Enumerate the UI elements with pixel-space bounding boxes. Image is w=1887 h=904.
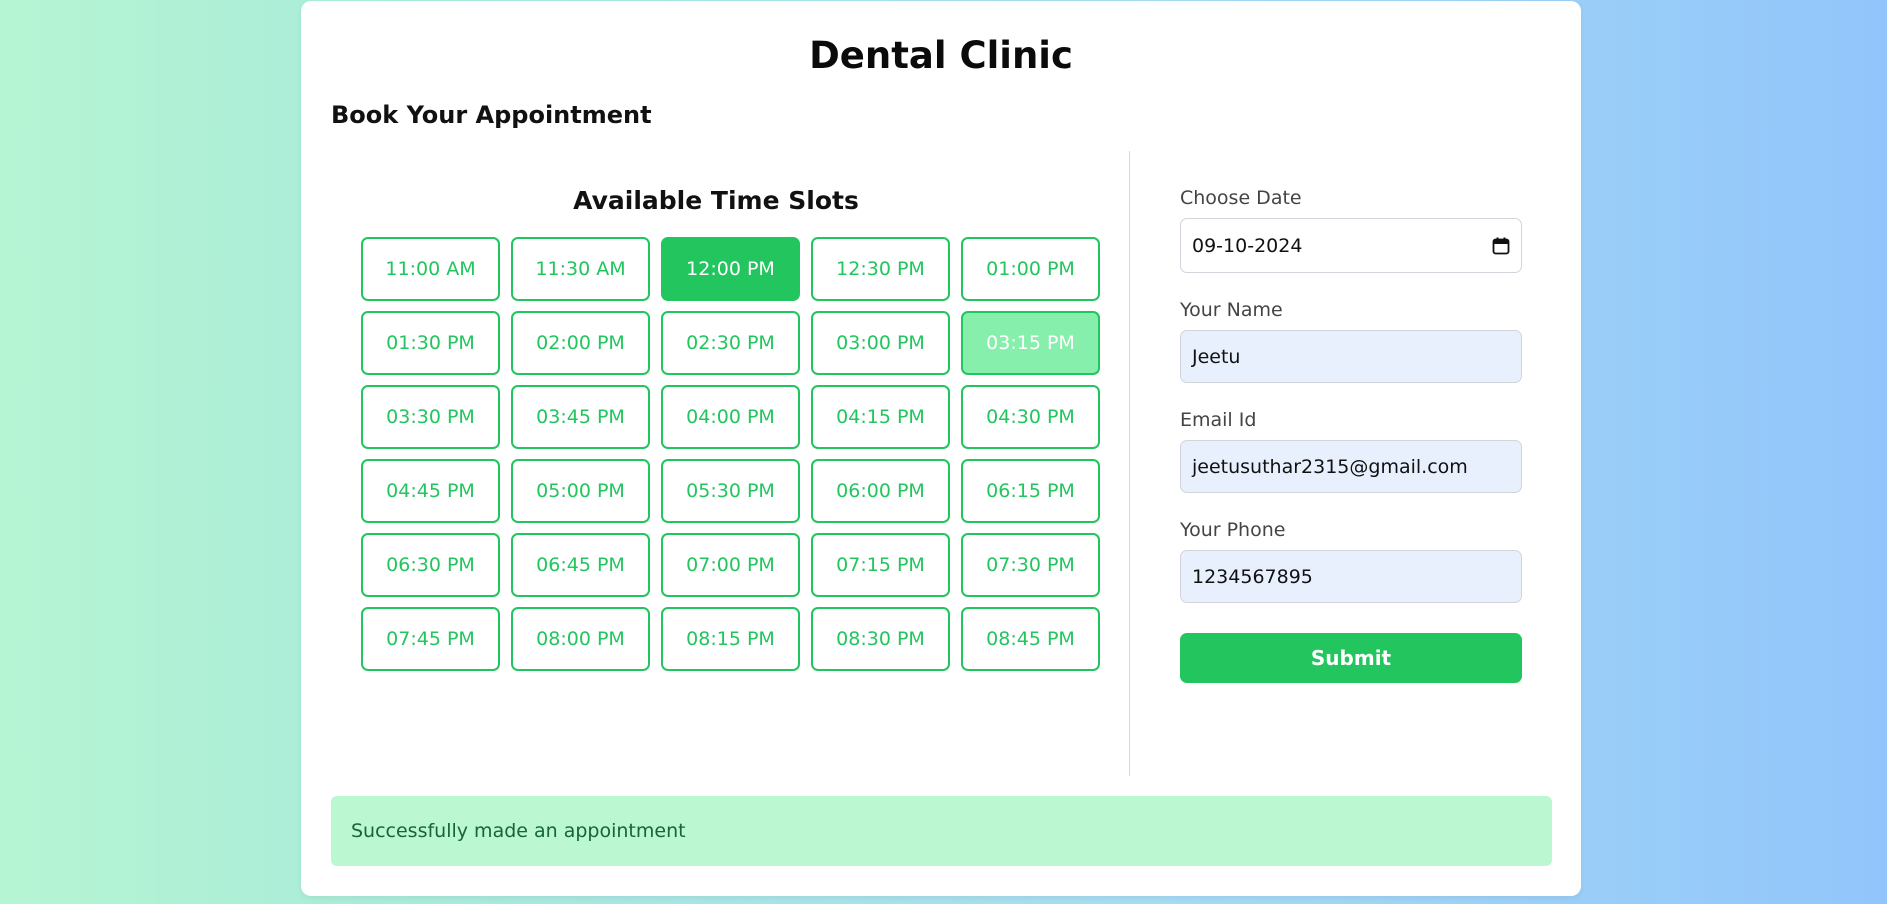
booking-card: Dental Clinic Book Your Appointment Avai… [301, 1, 1581, 896]
time-slot-button[interactable]: 07:15 PM [811, 533, 950, 597]
time-slot-grid: 11:00 AM 11:30 AM 12:00 PM 12:30 PM 01:00 PM… [361, 237, 1100, 671]
time-slot-button[interactable]: 02:00 PM [511, 311, 650, 375]
calendar-icon[interactable] [1492, 237, 1510, 255]
name-label: Your Name [1180, 299, 1283, 321]
time-slot-button[interactable]: 11:30 AM [511, 237, 650, 301]
time-slot-button[interactable]: 03:00 PM [811, 311, 950, 375]
email-group: Email Id jeetusuthar2315@gmail.com [1180, 406, 1522, 493]
email-label: Email Id [1180, 409, 1257, 431]
phone-label: Your Phone [1180, 519, 1286, 541]
time-slot-button[interactable]: 04:00 PM [661, 385, 800, 449]
phone-value: 1234567895 [1192, 565, 1313, 588]
page-title: Dental Clinic [809, 34, 1073, 77]
email-value: jeetusuthar2315@gmail.com [1192, 455, 1468, 478]
date-group: Choose Date 09-10-2024 [1180, 184, 1522, 273]
time-slot-button[interactable]: 06:45 PM [511, 533, 650, 597]
success-message: Successfully made an appointment [351, 820, 686, 842]
time-slot-button[interactable]: 05:30 PM [661, 459, 800, 523]
date-label: Choose Date [1180, 187, 1302, 209]
time-slot-button[interactable]: 08:00 PM [511, 607, 650, 671]
time-slot-button[interactable]: 07:30 PM [961, 533, 1100, 597]
time-slot-button[interactable]: 04:45 PM [361, 459, 500, 523]
time-slot-button[interactable]: 04:30 PM [961, 385, 1100, 449]
time-slot-button[interactable]: 11:00 AM [361, 237, 500, 301]
time-slot-button[interactable]: 12:30 PM [811, 237, 950, 301]
appointment-form: Choose Date 09-10-2024 Your Name Jeetu E… [1180, 184, 1522, 626]
time-slot-button[interactable]: 03:30 PM [361, 385, 500, 449]
time-slot-button[interactable]: 06:30 PM [361, 533, 500, 597]
name-value: Jeetu [1192, 345, 1241, 368]
time-slot-button[interactable]: 06:15 PM [961, 459, 1100, 523]
submit-button[interactable]: Submit [1180, 633, 1522, 683]
success-alert: Successfully made an appointment [331, 796, 1552, 866]
time-slot-button[interactable]: 06:00 PM [811, 459, 950, 523]
time-slot-button[interactable]: 08:15 PM [661, 607, 800, 671]
time-slot-button[interactable]: 01:00 PM [961, 237, 1100, 301]
section-subtitle: Book Your Appointment [331, 101, 652, 129]
time-slot-button[interactable]: 07:45 PM [361, 607, 500, 671]
column-divider [1129, 151, 1130, 776]
time-slot-button[interactable]: 07:00 PM [661, 533, 800, 597]
date-value: 09-10-2024 [1192, 234, 1303, 257]
time-slot-button[interactable]: 01:30 PM [361, 311, 500, 375]
time-slots-heading: Available Time Slots [573, 186, 859, 215]
name-input[interactable]: Jeetu [1180, 330, 1522, 383]
time-slot-button[interactable]: 08:45 PM [961, 607, 1100, 671]
time-slot-button[interactable]: 08:30 PM [811, 607, 950, 671]
time-slot-button[interactable]: 03:15 PM [961, 311, 1100, 375]
email-input[interactable]: jeetusuthar2315@gmail.com [1180, 440, 1522, 493]
time-slot-button[interactable]: 12:00 PM [661, 237, 800, 301]
phone-input[interactable]: 1234567895 [1180, 550, 1522, 603]
name-group: Your Name Jeetu [1180, 296, 1522, 383]
time-slot-button[interactable]: 05:00 PM [511, 459, 650, 523]
time-slot-button[interactable]: 04:15 PM [811, 385, 950, 449]
phone-group: Your Phone 1234567895 [1180, 516, 1522, 603]
time-slot-button[interactable]: 02:30 PM [661, 311, 800, 375]
time-slot-button[interactable]: 03:45 PM [511, 385, 650, 449]
date-input[interactable]: 09-10-2024 [1180, 218, 1522, 273]
